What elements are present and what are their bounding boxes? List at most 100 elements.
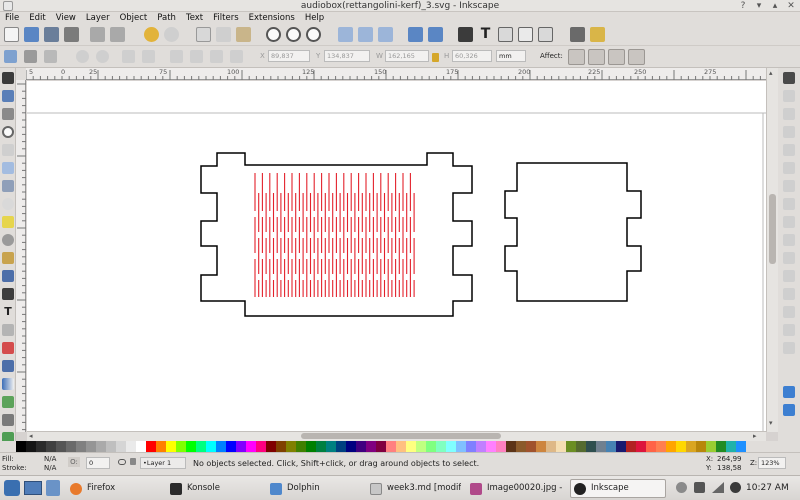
color-swatch[interactable] bbox=[736, 441, 746, 452]
color-swatch[interactable] bbox=[126, 441, 136, 452]
snap-bbox-edge-icon[interactable] bbox=[783, 108, 795, 120]
horizontal-scrollbar[interactable]: ◂ ▸ bbox=[27, 431, 766, 441]
gradient-tool-icon[interactable] bbox=[2, 378, 14, 390]
zoom-tool-icon[interactable] bbox=[2, 126, 14, 138]
menu-object[interactable]: Object bbox=[115, 12, 153, 24]
move-patterns-toggle[interactable] bbox=[628, 49, 645, 65]
x-input[interactable]: 89,837 bbox=[268, 50, 310, 62]
print-icon[interactable] bbox=[64, 27, 79, 42]
color-swatch[interactable] bbox=[66, 441, 76, 452]
scale-corners-toggle[interactable] bbox=[588, 49, 605, 65]
menu-help[interactable]: Help bbox=[300, 12, 329, 24]
new-document-icon[interactable] bbox=[4, 27, 19, 42]
ellipse-tool-icon[interactable] bbox=[2, 198, 14, 210]
color-swatch[interactable] bbox=[496, 441, 506, 452]
color-swatch[interactable] bbox=[726, 441, 736, 452]
snap-page-border-icon[interactable] bbox=[783, 342, 795, 354]
flip-horizontal-icon[interactable] bbox=[122, 50, 135, 63]
color-swatch[interactable] bbox=[306, 441, 316, 452]
snap-rotation-center-icon[interactable] bbox=[783, 306, 795, 318]
zoom-input[interactable]: 123% bbox=[758, 457, 786, 469]
file-manager-launcher-icon[interactable] bbox=[46, 480, 60, 496]
fill-stroke-icon[interactable] bbox=[458, 27, 473, 42]
snap-smooth-nodes-icon[interactable] bbox=[783, 252, 795, 264]
color-swatch[interactable] bbox=[46, 441, 56, 452]
export-icon[interactable] bbox=[110, 27, 125, 42]
color-swatch[interactable] bbox=[156, 441, 166, 452]
color-swatch[interactable] bbox=[606, 441, 616, 452]
deselect-icon[interactable] bbox=[44, 50, 57, 63]
color-swatch[interactable] bbox=[246, 441, 256, 452]
unit-select[interactable]: mm bbox=[496, 50, 526, 62]
h-input[interactable]: 60,326 bbox=[452, 50, 492, 62]
scroll-down-icon[interactable]: ▾ bbox=[769, 420, 776, 427]
snap-bbox-center-icon[interactable] bbox=[783, 162, 795, 174]
snap-bbox-icon[interactable] bbox=[783, 90, 795, 102]
select-all-icon[interactable] bbox=[4, 50, 17, 63]
color-swatch[interactable] bbox=[76, 441, 86, 452]
menu-path[interactable]: Path bbox=[152, 12, 181, 24]
spiral-tool-icon[interactable] bbox=[2, 234, 14, 246]
color-swatch[interactable] bbox=[426, 441, 436, 452]
color-swatch[interactable] bbox=[366, 441, 376, 452]
color-swatch[interactable] bbox=[616, 441, 626, 452]
color-swatch[interactable] bbox=[556, 441, 566, 452]
color-swatch[interactable] bbox=[686, 441, 696, 452]
text-tool-icon[interactable]: T bbox=[2, 306, 14, 318]
show-desktop-icon[interactable] bbox=[24, 481, 42, 495]
color-swatch[interactable] bbox=[16, 441, 26, 452]
selector-tool-icon[interactable] bbox=[2, 72, 14, 84]
color-swatch[interactable] bbox=[706, 441, 716, 452]
vertical-ruler[interactable] bbox=[16, 80, 26, 432]
vertical-scrollbar[interactable]: ▴ ▾ bbox=[766, 68, 778, 432]
snap-path-icon[interactable] bbox=[783, 198, 795, 210]
text-font-icon[interactable]: T bbox=[478, 27, 493, 42]
maximize-icon[interactable]: ▴ bbox=[770, 1, 780, 11]
opacity-input[interactable]: 0 bbox=[86, 457, 110, 469]
rotate-cw-icon[interactable] bbox=[96, 50, 109, 63]
rectangle-tool-icon[interactable] bbox=[2, 162, 14, 174]
network-icon[interactable] bbox=[712, 482, 724, 493]
color-swatch[interactable] bbox=[236, 441, 246, 452]
scroll-left-icon[interactable]: ◂ bbox=[29, 433, 36, 440]
color-swatch[interactable] bbox=[346, 441, 356, 452]
snap-grid-icon[interactable] bbox=[783, 386, 795, 398]
color-swatch[interactable] bbox=[596, 441, 606, 452]
lower-to-bottom-icon[interactable] bbox=[230, 50, 243, 63]
align-distribute-icon[interactable] bbox=[538, 27, 553, 42]
spray-tool-icon[interactable] bbox=[2, 324, 14, 336]
layer-visibility-icon[interactable] bbox=[118, 459, 126, 465]
color-swatch[interactable] bbox=[566, 441, 576, 452]
color-swatch[interactable] bbox=[376, 441, 386, 452]
color-swatch[interactable] bbox=[216, 441, 226, 452]
drawing-canvas[interactable] bbox=[27, 81, 766, 431]
snap-text-baseline-icon[interactable] bbox=[783, 324, 795, 336]
raise-to-top-icon[interactable] bbox=[170, 50, 183, 63]
node-tool-icon[interactable] bbox=[2, 90, 14, 102]
paste-icon[interactable] bbox=[236, 27, 251, 42]
color-swatch[interactable] bbox=[576, 441, 586, 452]
color-swatch[interactable] bbox=[546, 441, 556, 452]
menu-edit[interactable]: Edit bbox=[24, 12, 50, 24]
pencil-tool-icon[interactable] bbox=[2, 252, 14, 264]
notifications-icon[interactable] bbox=[676, 482, 687, 493]
color-swatch[interactable] bbox=[26, 441, 36, 452]
redo-icon[interactable] bbox=[164, 27, 179, 42]
color-swatch[interactable] bbox=[326, 441, 336, 452]
color-swatch[interactable] bbox=[416, 441, 426, 452]
save-icon[interactable] bbox=[44, 27, 59, 42]
color-swatch[interactable] bbox=[166, 441, 176, 452]
task-konsole[interactable]: Konsole bbox=[166, 479, 262, 498]
3d-box-tool-icon[interactable] bbox=[2, 180, 14, 192]
color-swatch[interactable] bbox=[476, 441, 486, 452]
color-swatch[interactable] bbox=[516, 441, 526, 452]
color-swatch[interactable] bbox=[586, 441, 596, 452]
color-swatch[interactable] bbox=[106, 441, 116, 452]
color-swatch[interactable] bbox=[626, 441, 636, 452]
star-tool-icon[interactable] bbox=[2, 216, 14, 228]
task-inkscape[interactable]: Inkscape bbox=[570, 479, 666, 498]
snap-midpoints-icon[interactable] bbox=[783, 270, 795, 282]
color-swatch[interactable] bbox=[436, 441, 446, 452]
eraser-tool-icon[interactable] bbox=[2, 342, 14, 354]
bluetooth-icon[interactable] bbox=[730, 482, 741, 493]
